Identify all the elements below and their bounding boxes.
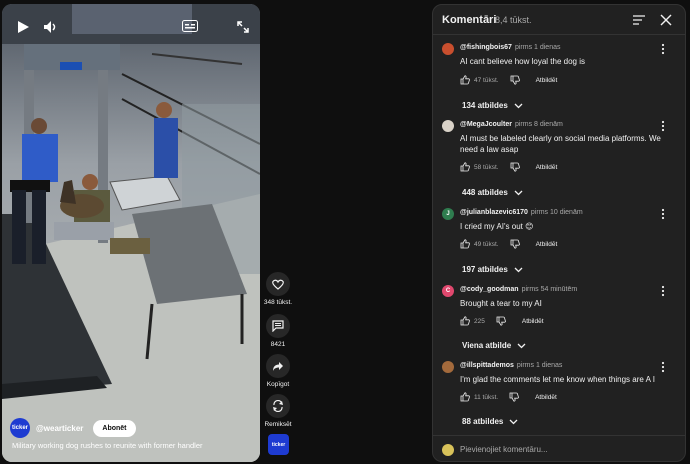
comment-icon [272, 320, 284, 332]
like-count: 49 tūkst. [474, 240, 499, 248]
captions-icon [182, 20, 198, 32]
comment-count: 8421 [270, 341, 286, 348]
video-frame [2, 4, 260, 462]
volume-button[interactable] [40, 16, 62, 38]
thumbs-up-icon[interactable] [460, 392, 470, 402]
comments-panel: Komentāri 8,4 tūkst. @fishingbois67 pirms… [432, 4, 686, 462]
reply-button[interactable]: Atbildēt [522, 318, 544, 325]
replies-toggle[interactable]: 134 atbildes [462, 101, 523, 110]
commenter-avatar[interactable] [442, 361, 454, 373]
replies-toggle[interactable]: Viena atbilde [462, 341, 526, 350]
heart-icon [272, 279, 284, 290]
replies-toggle[interactable]: 197 atbildes [462, 265, 523, 274]
commenter-avatar[interactable]: J [442, 208, 454, 220]
thumbs-up-icon[interactable] [460, 239, 470, 249]
like-button[interactable]: 348 tūkst. [262, 272, 294, 306]
play-button[interactable] [12, 16, 34, 38]
chevron-down-icon [517, 343, 526, 348]
comment-actions: 225 Atbildēt [460, 316, 544, 326]
video-title[interactable]: Military working dog rushes to reunite w… [12, 441, 203, 450]
comment-author[interactable]: @illspittademos pirms 1 dienas [460, 362, 562, 369]
replies-toggle[interactable]: 448 atbildes [462, 188, 523, 197]
chevron-down-icon [514, 267, 523, 272]
like-count: 348 tūkst. [263, 299, 293, 306]
replies-toggle[interactable]: 88 atbildes [462, 417, 518, 426]
sort-icon[interactable] [632, 13, 646, 27]
more-options-icon[interactable] [659, 120, 667, 132]
add-comment-bar: Pievienojiet komentāru... [433, 435, 685, 461]
like-count: 58 tūkst. [474, 163, 499, 171]
share-button[interactable]: Kopīgot [262, 354, 294, 388]
channel-name[interactable]: @wearticker [36, 424, 83, 433]
expand-icon [237, 21, 249, 33]
video-player[interactable]: ticker @wearticker Abonēt Military worki… [2, 4, 260, 462]
remix-icon [273, 400, 283, 412]
more-options-icon[interactable] [659, 361, 667, 373]
like-count: 11 tūkst. [474, 393, 499, 401]
comment-text: I'm glad the comments let me know when t… [460, 375, 655, 384]
volume-icon [44, 21, 56, 33]
comments-button[interactable]: 8421 [262, 314, 294, 348]
remix-label: Remiksēt [264, 421, 292, 428]
thumbs-up-icon[interactable] [460, 75, 470, 85]
channel-thumbnail[interactable]: ticker [268, 434, 289, 455]
reply-button[interactable]: Atbildēt [536, 164, 558, 171]
reply-button[interactable]: Atbildēt [535, 394, 557, 401]
reply-button[interactable]: Atbildēt [536, 241, 558, 248]
comment-text: AI must be labeled clearly on social med… [460, 134, 661, 154]
commenter-avatar[interactable] [442, 43, 454, 55]
chevron-down-icon [509, 419, 518, 424]
comment-author[interactable]: @cody_goodman pirms 54 minūtēm [460, 286, 577, 293]
share-label: Kopīgot [266, 381, 290, 388]
comment-text: Brought a tear to my AI [460, 299, 542, 308]
subscribe-button[interactable]: Abonēt [93, 419, 136, 437]
more-options-icon[interactable] [659, 43, 667, 55]
close-icon[interactable] [659, 13, 673, 27]
channel-avatar[interactable]: ticker [10, 418, 30, 438]
expand-button[interactable] [232, 16, 254, 38]
comment-time: pirms 1 dienas [516, 362, 563, 369]
like-count: 225 [474, 317, 485, 325]
reply-button[interactable]: Atbildēt [536, 77, 558, 84]
thumbs-down-icon[interactable] [510, 239, 520, 249]
captions-button[interactable] [180, 18, 200, 34]
comments-count: 8,4 tūkst. [495, 15, 532, 25]
chevron-down-icon [514, 103, 523, 108]
comment-author[interactable]: @fishingbois67 pirms 1 dienas [460, 44, 560, 51]
commenter-avatar[interactable] [442, 120, 454, 132]
comment-time: pirms 54 minūtēm [521, 286, 578, 293]
comment-text: I cried my AI's out 😊 [460, 222, 534, 231]
share-icon [273, 361, 283, 371]
comment-text: AI cant believe how loyal the dog is [460, 57, 585, 66]
thumbs-up-icon[interactable] [460, 162, 470, 172]
comment-actions: 47 tūkst. Atbildēt [460, 75, 557, 85]
thumbs-down-icon[interactable] [509, 392, 519, 402]
thumbs-down-icon[interactable] [496, 316, 506, 326]
channel-info: ticker @wearticker Abonēt [10, 418, 136, 438]
commenter-avatar[interactable]: C [442, 285, 454, 297]
chevron-down-icon [514, 190, 523, 195]
thumbs-up-icon[interactable] [460, 316, 470, 326]
thumbs-down-icon[interactable] [510, 75, 520, 85]
shorts-page: ticker @wearticker Abonēt Military worki… [0, 0, 690, 464]
comment-author[interactable]: @julianblazevic6170 pirms 10 dienām [460, 209, 583, 216]
user-avatar [442, 444, 454, 456]
comment-actions: 11 tūkst. Atbildēt [460, 392, 557, 402]
comment-time: pirms 10 dienām [530, 209, 583, 216]
comment-actions: 49 tūkst. Atbildēt [460, 239, 557, 249]
comment-author[interactable]: @MegaJcoulter pirms 8 dienām [460, 121, 563, 128]
more-options-icon[interactable] [659, 285, 667, 297]
comments-header: Komentāri 8,4 tūkst. [433, 5, 685, 35]
thumbs-down-icon[interactable] [510, 162, 520, 172]
like-count: 47 tūkst. [474, 76, 499, 84]
comment-time: pirms 8 dienām [514, 121, 563, 128]
comment-time: pirms 1 dienas [514, 44, 561, 51]
remix-button[interactable]: Remiksēt [262, 394, 294, 428]
play-icon [18, 21, 29, 33]
comments-title: Komentāri [442, 14, 497, 26]
comment-actions: 58 tūkst. Atbildēt [460, 162, 557, 172]
more-options-icon[interactable] [659, 208, 667, 220]
add-comment-input[interactable]: Pievienojiet komentāru... [460, 445, 548, 454]
